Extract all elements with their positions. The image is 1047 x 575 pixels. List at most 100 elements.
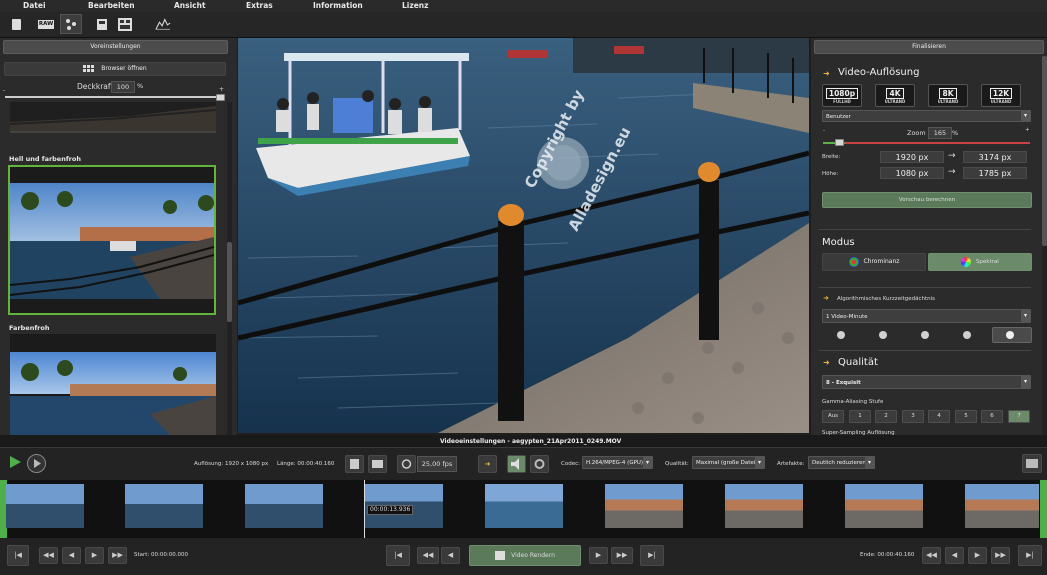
prev-keyframe-button[interactable]: ◀◀	[417, 547, 439, 564]
finalize-header: Finalisieren	[814, 40, 1044, 54]
gamma-option-2[interactable]: 2	[875, 410, 897, 423]
width-label: Breite:	[822, 154, 841, 160]
gamma-option-3[interactable]: 3	[902, 410, 924, 423]
zoom-slider[interactable]	[823, 142, 1030, 144]
resolution-4k-button[interactable]: 4K ULTRAND	[875, 84, 915, 107]
prev-frame-button[interactable]: ◀	[441, 547, 460, 564]
zoom-value[interactable]: 165	[928, 127, 952, 139]
set-out-button[interactable]: ▶|	[640, 545, 664, 566]
resolution-preset-dropdown[interactable]: Benutzer ▾	[822, 110, 1031, 122]
fps-value[interactable]: 25,00 fps	[417, 456, 457, 472]
length-info: Länge: 00:00:40.160	[277, 461, 335, 467]
mode-chrominanz-button[interactable]: Chrominanz	[822, 253, 926, 271]
preset-thumbnail-selected[interactable]	[8, 165, 216, 315]
finalize-scrollbar[interactable]	[1042, 56, 1047, 435]
preset-thumbnail-2[interactable]	[10, 334, 216, 435]
end-step-back-button[interactable]: ◀	[945, 547, 964, 564]
memory-dropdown[interactable]: 1 Video-Minute ▾	[822, 309, 1031, 323]
menu-datei[interactable]: Datei	[23, 1, 46, 10]
audio-icon[interactable]	[507, 455, 526, 473]
play-icon[interactable]	[8, 455, 22, 469]
quality-dropdown[interactable]: 8 - Exquisit ▾	[822, 375, 1031, 389]
opacity-slider[interactable]	[5, 96, 223, 98]
rewind-button[interactable]: ◀◀	[39, 547, 58, 564]
menu-information[interactable]: Information	[313, 1, 363, 10]
resolution-1080p-button[interactable]: 1080p FULLHD	[822, 84, 862, 107]
memory-radio-1[interactable]	[837, 331, 845, 339]
main-preview-image[interactable]: Copyright by Alladesign.eu	[238, 38, 809, 433]
opacity-value[interactable]: 100	[111, 81, 135, 93]
new-document-icon[interactable]	[8, 16, 24, 32]
step-forward-button[interactable]: ▶	[85, 547, 104, 564]
save-as-icon[interactable]	[117, 16, 133, 32]
gamma-option-aus[interactable]: Aus	[822, 410, 844, 423]
preset-thumbnail-partial[interactable]	[10, 102, 216, 133]
histogram-icon[interactable]	[155, 16, 171, 32]
filmstrip[interactable]: 00:00:13.936	[0, 480, 1047, 538]
render-video-button[interactable]: Video Rendern	[469, 545, 581, 566]
next-frame-button[interactable]: ▶	[589, 547, 608, 564]
playhead[interactable]	[364, 480, 365, 538]
end-fast-forward-button[interactable]: ▶▶	[991, 547, 1010, 564]
memory-radio-5[interactable]	[1006, 331, 1014, 339]
preset-label-1: Hell und farbenfroh	[9, 155, 81, 163]
menu-bearbeiten[interactable]: Bearbeiten	[88, 1, 135, 10]
preview-calculate-button[interactable]: Vorschau berechnen	[822, 192, 1032, 208]
film-frame-9[interactable]	[965, 484, 1039, 528]
memory-radio-2[interactable]	[879, 331, 887, 339]
gamma-option-1[interactable]: 1	[849, 410, 871, 423]
memory-radio-4[interactable]	[963, 331, 971, 339]
end-step-forward-button[interactable]: ▶	[968, 547, 987, 564]
export-frames-icon[interactable]	[1022, 454, 1042, 473]
height-target[interactable]: 1785 px	[963, 167, 1027, 179]
rotate-icon[interactable]: ➜	[478, 455, 497, 473]
artifacts-dropdown[interactable]: Deutlich reduzieren ▾	[808, 456, 875, 469]
opacity-slider-handle[interactable]	[216, 94, 225, 101]
gamma-option-7[interactable]: 7	[1008, 410, 1030, 423]
film-frame-8[interactable]	[845, 484, 923, 528]
raw-icon[interactable]: RAW	[37, 16, 55, 32]
memory-radio-3[interactable]	[921, 331, 929, 339]
zoom-unit: %	[952, 129, 959, 137]
quality-label-bottom: Qualität:	[665, 461, 689, 467]
browser-open-button[interactable]: Browser öffnen	[4, 62, 226, 76]
chrominanz-label: Chrominanz	[863, 258, 900, 265]
end-rewind-button[interactable]: ◀◀	[922, 547, 941, 564]
film-frame-3[interactable]	[245, 484, 323, 528]
film-frame-1[interactable]	[6, 484, 84, 528]
film-frame-7[interactable]	[725, 484, 803, 528]
next-keyframe-button[interactable]: ▶▶	[611, 547, 633, 564]
width-target[interactable]: 3174 px	[963, 151, 1027, 163]
film-frame-2[interactable]	[125, 484, 203, 528]
codec-label: Codec:	[561, 461, 580, 467]
gamma-option-6[interactable]: 6	[981, 410, 1003, 423]
settings-icon[interactable]	[530, 455, 549, 473]
video-settings-bar: Videoeinstellungen - aegypten_21Apr2011_…	[0, 435, 1047, 575]
save-icon[interactable]	[94, 16, 110, 32]
film-frame-5[interactable]	[485, 484, 563, 528]
fit-height-icon[interactable]	[345, 455, 364, 473]
resolution-8k-button[interactable]: 8K ULTRAND	[928, 84, 968, 107]
go-to-start-button[interactable]: |◀	[7, 545, 29, 566]
film-frame-6[interactable]	[605, 484, 683, 528]
codec-dropdown[interactable]: H.264/MPEG-4 (GPU) ▾	[582, 456, 653, 469]
effects-icon[interactable]	[60, 14, 82, 34]
go-to-end-button[interactable]: ▶|	[1018, 545, 1042, 566]
presets-scrollbar[interactable]	[227, 102, 232, 435]
gamma-option-5[interactable]: 5	[955, 410, 977, 423]
menu-extras[interactable]: Extras	[246, 1, 273, 10]
set-in-button[interactable]: |◀	[386, 545, 410, 566]
fps-icon[interactable]	[397, 455, 416, 473]
video-settings-title: Videoeinstellungen - aegypten_21Apr2011_…	[440, 438, 622, 445]
mode-spektral-button[interactable]: Spektral	[928, 253, 1032, 271]
menu-ansicht[interactable]: Ansicht	[174, 1, 206, 10]
menu-lizenz[interactable]: Lizenz	[402, 1, 429, 10]
step-back-button[interactable]: ◀	[62, 547, 81, 564]
quality-dropdown-bottom[interactable]: Maximal (große Datei) ▾	[692, 456, 765, 469]
preview-play-icon[interactable]	[27, 454, 46, 473]
fit-width-icon[interactable]	[368, 455, 387, 473]
zoom-slider-handle[interactable]	[835, 139, 844, 146]
gamma-option-4[interactable]: 4	[928, 410, 950, 423]
fast-forward-button[interactable]: ▶▶	[108, 547, 127, 564]
resolution-12k-button[interactable]: 12K ULTRAND	[981, 84, 1021, 107]
